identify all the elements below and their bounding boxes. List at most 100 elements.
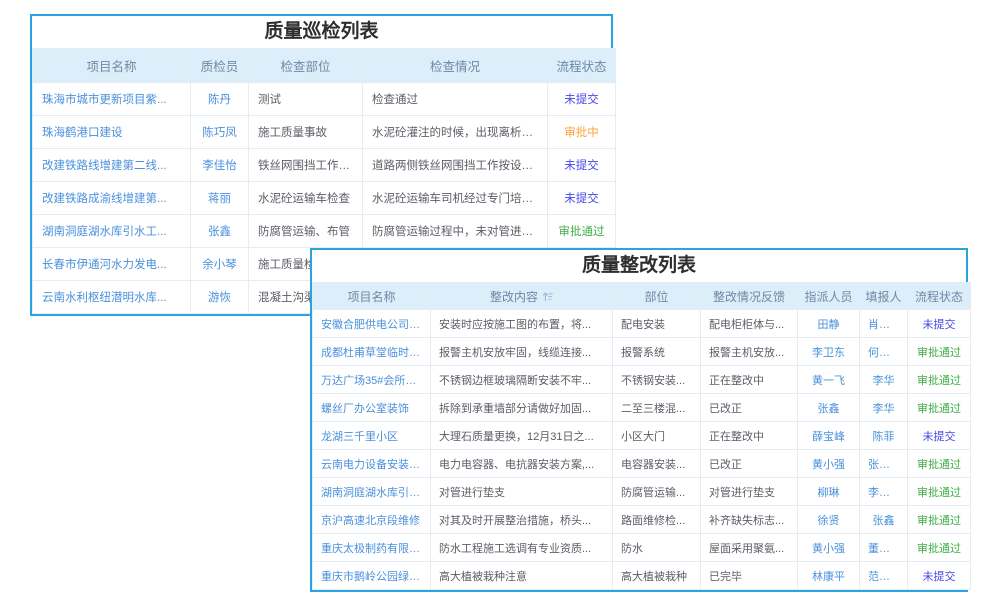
table-row[interactable]: 珠海市城市更新项目紫...陈丹测试检查通过未提交: [33, 83, 616, 116]
col-header-label: 流程状态: [915, 290, 963, 304]
table-row[interactable]: 改建铁路成渝线增建第...蒋丽水泥砼运输车检查水泥砼运输车司机经过专门培训...…: [33, 182, 616, 215]
cell-assignee[interactable]: 黄小强: [798, 534, 860, 562]
cell-assignee[interactable]: 柳琳: [798, 478, 860, 506]
cell-situation: 道路两侧铁丝网围挡工作按设计...: [363, 149, 548, 182]
cell-reporter[interactable]: 董清平: [860, 534, 908, 562]
cell-reporter[interactable]: 陈菲: [860, 422, 908, 450]
cell-content: 不锈钢边框玻璃隔断安装不牢...: [431, 366, 613, 394]
col-header-label: 整改情况反馈: [713, 290, 785, 304]
cell-reporter[interactable]: 李华: [860, 366, 908, 394]
cell-situation: 水泥砼运输车司机经过专门培训...: [363, 182, 548, 215]
table-row[interactable]: 安徽合肥供电公司--配电设备...安装时应按施工图的布置，将...配电安装配电柜…: [313, 310, 971, 338]
cell-project[interactable]: 京沪高速北京段维修: [313, 506, 431, 534]
cell-assignee[interactable]: 田静: [798, 310, 860, 338]
cell-project[interactable]: 云南电力设备安装有限公司20...: [313, 450, 431, 478]
cell-project[interactable]: 长春市伊通河水力发电...: [33, 248, 191, 281]
cell-status: 审批通过: [548, 215, 616, 248]
cell-assignee[interactable]: 黄一飞: [798, 366, 860, 394]
col-header-label: 质检员: [201, 60, 239, 74]
cell-project[interactable]: 改建铁路成渝线增建第...: [33, 182, 191, 215]
cell-reporter[interactable]: 张小东: [860, 450, 908, 478]
sort-ascending-icon[interactable]: [542, 291, 553, 302]
cell-part: 小区大门: [613, 422, 701, 450]
cell-assignee[interactable]: 张鑫: [798, 394, 860, 422]
table-row[interactable]: 重庆市鹅岭公园绿化景观提升...高大植被栽种注意高大植被栽种已完毕林康平范思哲未…: [313, 562, 971, 590]
cell-project[interactable]: 龙湖三千里小区: [313, 422, 431, 450]
cell-project[interactable]: 珠海鹤港口建设: [33, 116, 191, 149]
cell-project[interactable]: 重庆市鹅岭公园绿化景观提升...: [313, 562, 431, 590]
cell-inspector[interactable]: 张鑫: [191, 215, 249, 248]
cell-part: 配电安装: [613, 310, 701, 338]
cell-inspector[interactable]: 游恢: [191, 281, 249, 314]
cell-status: 审批通过: [908, 450, 971, 478]
cell-part: 测试: [249, 83, 363, 116]
cell-project[interactable]: 云南水利枢纽潜明水库...: [33, 281, 191, 314]
rectification-list-title: 质量整改列表: [312, 250, 966, 282]
table-row[interactable]: 重庆太极制药有限公司亳州中...防水工程施工选调有专业资质...防水屋面采用聚氨…: [313, 534, 971, 562]
table-row[interactable]: 京沪高速北京段维修对其及时开展整治措施，桥头...路面维修检...补齐缺失标志.…: [313, 506, 971, 534]
cell-inspector[interactable]: 陈丹: [191, 83, 249, 116]
cell-project[interactable]: 湖南洞庭湖水库引水工程施工I标: [313, 478, 431, 506]
cell-assignee[interactable]: 徐贤: [798, 506, 860, 534]
col-header-feedback: 整改情况反馈: [701, 283, 798, 310]
rectification-table: 项目名称 整改内容 部位 整改情况反馈指派人员填报人流程状态安徽合肥供电公司--配电设…: [312, 282, 971, 590]
col-header-assignee: 指派人员: [798, 283, 860, 310]
cell-project[interactable]: 螺丝厂办公室装饰: [313, 394, 431, 422]
cell-project[interactable]: 改建铁路线增建第二线...: [33, 149, 191, 182]
col-header-label: 部位: [644, 290, 668, 304]
cell-part: 二至三楼混...: [613, 394, 701, 422]
cell-part: 高大植被栽种: [613, 562, 701, 590]
cell-status: 未提交: [908, 310, 971, 338]
rectification-list-panel: 质量整改列表 项目名称 整改内容 部位 整改情况反馈指派人员填报人流程状态安徽合肥供电…: [310, 248, 968, 592]
cell-inspector[interactable]: 李佳怡: [191, 149, 249, 182]
cell-status: 审批中: [548, 116, 616, 149]
cell-project[interactable]: 湖南洞庭湖水库引水工...: [33, 215, 191, 248]
cell-assignee[interactable]: 黄小强: [798, 450, 860, 478]
cell-assignee[interactable]: 薛宝峰: [798, 422, 860, 450]
cell-project[interactable]: 珠海市城市更新项目紫...: [33, 83, 191, 116]
header-row: 项目名称 整改内容 部位 整改情况反馈指派人员填报人流程状态: [313, 283, 971, 310]
cell-project[interactable]: 成都杜甫草堂临时展厅独立展...: [313, 338, 431, 366]
col-header-label: 填报人: [865, 290, 901, 304]
cell-assignee[interactable]: 林康平: [798, 562, 860, 590]
col-header-label: 检查情况: [430, 60, 480, 74]
table-row[interactable]: 成都杜甫草堂临时展厅独立展...报警主机安放牢固，线缆连接...报警系统报警主机…: [313, 338, 971, 366]
cell-inspector[interactable]: 陈巧凤: [191, 116, 249, 149]
cell-content: 高大植被栽种注意: [431, 562, 613, 590]
table-row[interactable]: 万达广场35#会所及咖啡厅空...不锈钢边框玻璃隔断安装不牢...不锈钢安装..…: [313, 366, 971, 394]
cell-status: 未提交: [908, 562, 971, 590]
table-row[interactable]: 龙湖三千里小区大理石质量更换，12月31日之...小区大门正在整改中薛宝峰陈菲未…: [313, 422, 971, 450]
table-row[interactable]: 云南电力设备安装有限公司20...电力电容器、电抗器安装方案,...电容器安装.…: [313, 450, 971, 478]
cell-content: 拆除到承重墙部分请做好加固...: [431, 394, 613, 422]
cell-inspector[interactable]: 余小琴: [191, 248, 249, 281]
cell-project[interactable]: 万达广场35#会所及咖啡厅空...: [313, 366, 431, 394]
cell-reporter[interactable]: 肖亚军: [860, 310, 908, 338]
col-header-label: 项目名称: [347, 290, 395, 304]
cell-part: 路面维修检...: [613, 506, 701, 534]
cell-inspector[interactable]: 蒋丽: [191, 182, 249, 215]
table-row[interactable]: 湖南洞庭湖水库引水工...张鑫防腐管运输、布管防腐管运输过程中，未对管进行...…: [33, 215, 616, 248]
cell-project[interactable]: 安徽合肥供电公司--配电设备...: [313, 310, 431, 338]
cell-feedback: 正在整改中: [701, 422, 798, 450]
col-header-part: 检查部位: [249, 49, 363, 83]
table-row[interactable]: 珠海鹤港口建设陈巧凤施工质量事故水泥砼灌注的时候，出现离析现象审批中: [33, 116, 616, 149]
cell-part: 水泥砼运输车检查: [249, 182, 363, 215]
table-row[interactable]: 螺丝厂办公室装饰拆除到承重墙部分请做好加固...二至三楼混...已改正张鑫李华审…: [313, 394, 971, 422]
col-header-label: 整改内容: [490, 290, 538, 304]
cell-reporter[interactable]: 李若若: [860, 478, 908, 506]
cell-reporter[interactable]: 何芷菡: [860, 338, 908, 366]
cell-content: 安装时应按施工图的布置，将...: [431, 310, 613, 338]
cell-part: 施工质量事故: [249, 116, 363, 149]
table-row[interactable]: 湖南洞庭湖水库引水工程施工I标对管进行垫支防腐管运输...对管进行垫支柳琳李若若…: [313, 478, 971, 506]
cell-feedback: 已完毕: [701, 562, 798, 590]
cell-reporter[interactable]: 范思哲: [860, 562, 908, 590]
cell-project[interactable]: 重庆太极制药有限公司亳州中...: [313, 534, 431, 562]
cell-reporter[interactable]: 张鑫: [860, 506, 908, 534]
cell-content: 对其及时开展整治措施，桥头...: [431, 506, 613, 534]
cell-content: 对管进行垫支: [431, 478, 613, 506]
col-header-content[interactable]: 整改内容: [431, 283, 613, 310]
table-row[interactable]: 改建铁路线增建第二线...李佳怡铁丝网围挡工作检查道路两侧铁丝网围挡工作按设计.…: [33, 149, 616, 182]
cell-reporter[interactable]: 李华: [860, 394, 908, 422]
cell-feedback: 正在整改中: [701, 366, 798, 394]
cell-assignee[interactable]: 李卫东: [798, 338, 860, 366]
